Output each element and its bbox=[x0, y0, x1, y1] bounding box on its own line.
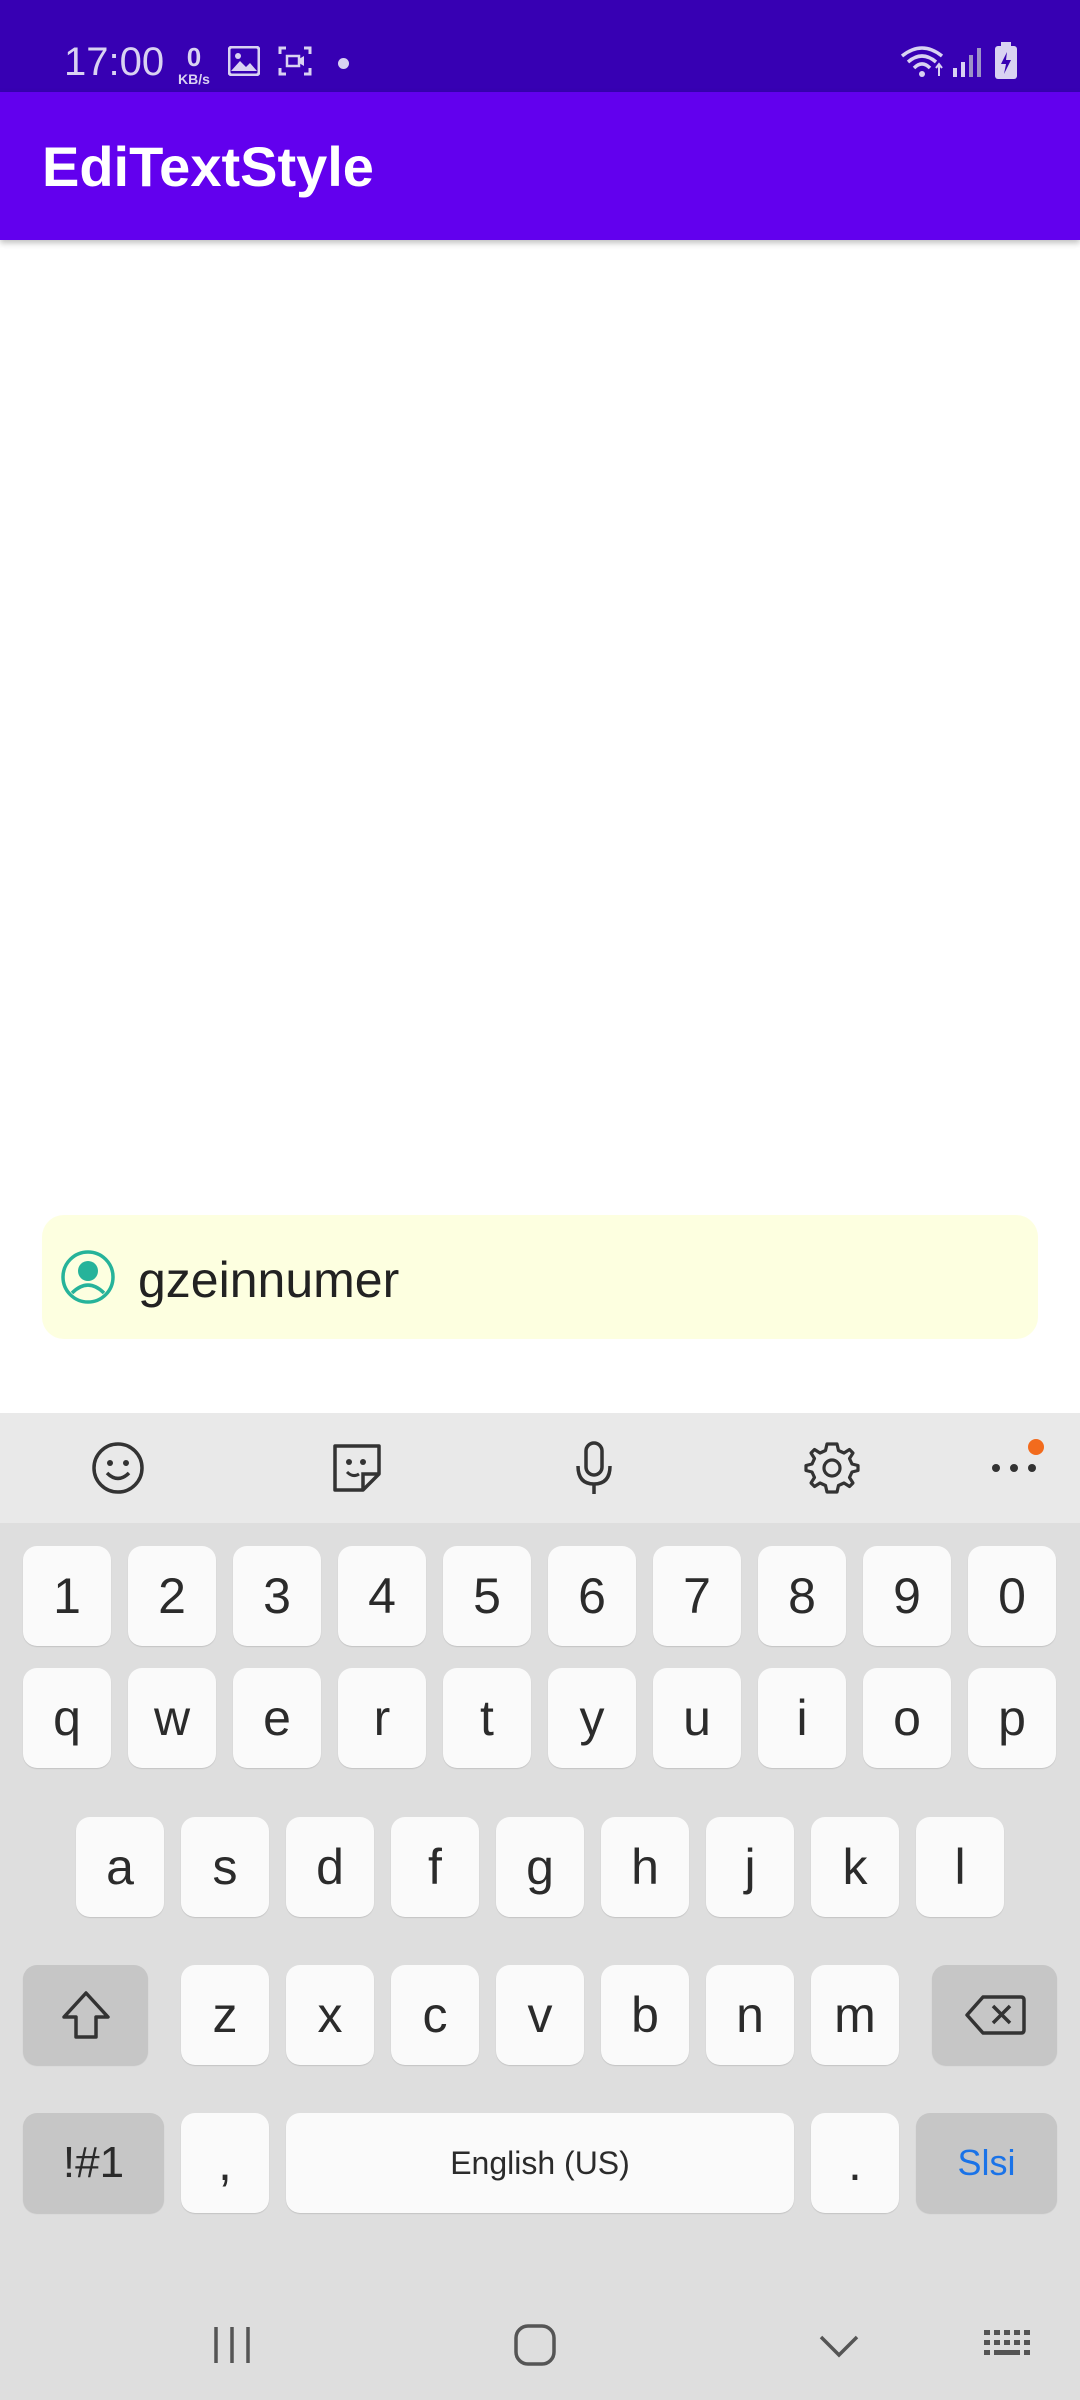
keyboard-switch-icon[interactable] bbox=[982, 2327, 1036, 2366]
key-0[interactable]: 0 bbox=[968, 1546, 1056, 1646]
key-i[interactable]: i bbox=[758, 1668, 846, 1768]
key-8[interactable]: 8 bbox=[758, 1546, 846, 1646]
recent-apps-icon[interactable] bbox=[210, 2323, 254, 2372]
user-avatar-icon bbox=[60, 1249, 116, 1305]
gallery-icon bbox=[227, 45, 261, 81]
key-c[interactable]: c bbox=[391, 1965, 479, 2065]
key-z[interactable]: z bbox=[181, 1965, 269, 2065]
key-s[interactable]: s bbox=[181, 1817, 269, 1917]
screen-record-icon bbox=[278, 46, 312, 81]
key-5[interactable]: 5 bbox=[443, 1546, 531, 1646]
key-j[interactable]: j bbox=[706, 1817, 794, 1917]
backspace-key[interactable] bbox=[932, 1965, 1057, 2065]
key-w[interactable]: w bbox=[128, 1668, 216, 1768]
space-key[interactable]: English (US) bbox=[286, 2113, 794, 2213]
username-field-value: gzeinnumer bbox=[138, 1252, 400, 1308]
key-a[interactable]: a bbox=[76, 1817, 164, 1917]
network-speed-unit: KB/s bbox=[178, 71, 210, 87]
key-r[interactable]: r bbox=[338, 1668, 426, 1768]
hide-keyboard-chevron-icon[interactable] bbox=[815, 2329, 863, 2366]
status-time: 17:00 bbox=[64, 40, 165, 84]
network-speed: 0 KB/s bbox=[174, 44, 214, 86]
key-t[interactable]: t bbox=[443, 1668, 531, 1768]
key-2[interactable]: 2 bbox=[128, 1546, 216, 1646]
wifi-icon bbox=[900, 44, 944, 83]
notification-dot-icon bbox=[338, 58, 349, 69]
key-4[interactable]: 4 bbox=[338, 1546, 426, 1646]
shift-key[interactable] bbox=[23, 1965, 148, 2065]
key-d[interactable]: d bbox=[286, 1817, 374, 1917]
microphone-icon[interactable] bbox=[564, 1438, 624, 1498]
key-o[interactable]: o bbox=[863, 1668, 951, 1768]
action-key[interactable]: Slsi bbox=[916, 2113, 1057, 2213]
key-v[interactable]: v bbox=[496, 1965, 584, 2065]
backspace-icon bbox=[964, 1995, 1026, 2035]
home-icon[interactable] bbox=[512, 2322, 558, 2373]
key-h[interactable]: h bbox=[601, 1817, 689, 1917]
status-bar: 17:00 0 KB/s bbox=[0, 0, 1080, 92]
key-y[interactable]: y bbox=[548, 1668, 636, 1768]
key-3[interactable]: 3 bbox=[233, 1546, 321, 1646]
key-q[interactable]: q bbox=[23, 1668, 111, 1768]
comma-key[interactable]: , bbox=[181, 2113, 269, 2213]
emoji-icon[interactable] bbox=[88, 1438, 148, 1498]
keyboard-toolbar bbox=[0, 1413, 1080, 1523]
key-l[interactable]: l bbox=[916, 1817, 1004, 1917]
key-7[interactable]: 7 bbox=[653, 1546, 741, 1646]
key-k[interactable]: k bbox=[811, 1817, 899, 1917]
key-u[interactable]: u bbox=[653, 1668, 741, 1768]
sticker-icon[interactable] bbox=[327, 1438, 387, 1498]
symbols-key[interactable]: !#1 bbox=[23, 2113, 164, 2213]
app-title: EdiTextStyle bbox=[42, 135, 374, 198]
key-1[interactable]: 1 bbox=[23, 1546, 111, 1646]
key-g[interactable]: g bbox=[496, 1817, 584, 1917]
key-f[interactable]: f bbox=[391, 1817, 479, 1917]
key-9[interactable]: 9 bbox=[863, 1546, 951, 1646]
key-6[interactable]: 6 bbox=[548, 1546, 636, 1646]
key-e[interactable]: e bbox=[233, 1668, 321, 1768]
key-p[interactable]: p bbox=[968, 1668, 1056, 1768]
username-field[interactable]: gzeinnumer bbox=[42, 1215, 1038, 1339]
key-x[interactable]: x bbox=[286, 1965, 374, 2065]
key-b[interactable]: b bbox=[601, 1965, 689, 2065]
signal-icon bbox=[952, 46, 982, 83]
network-speed-value: 0 bbox=[186, 42, 202, 72]
key-n[interactable]: n bbox=[706, 1965, 794, 2065]
settings-gear-icon[interactable] bbox=[802, 1438, 862, 1498]
app-bar: EdiTextStyle bbox=[0, 92, 1080, 240]
period-key[interactable]: . bbox=[811, 2113, 899, 2213]
notification-badge bbox=[1028, 1439, 1044, 1455]
key-m[interactable]: m bbox=[811, 1965, 899, 2065]
shift-arrow-icon bbox=[61, 1991, 110, 2039]
battery-charging-icon bbox=[994, 42, 1018, 85]
soft-keyboard: 1 2 3 4 5 6 7 8 9 0 q w e r t y u i o p … bbox=[0, 1413, 1080, 2400]
